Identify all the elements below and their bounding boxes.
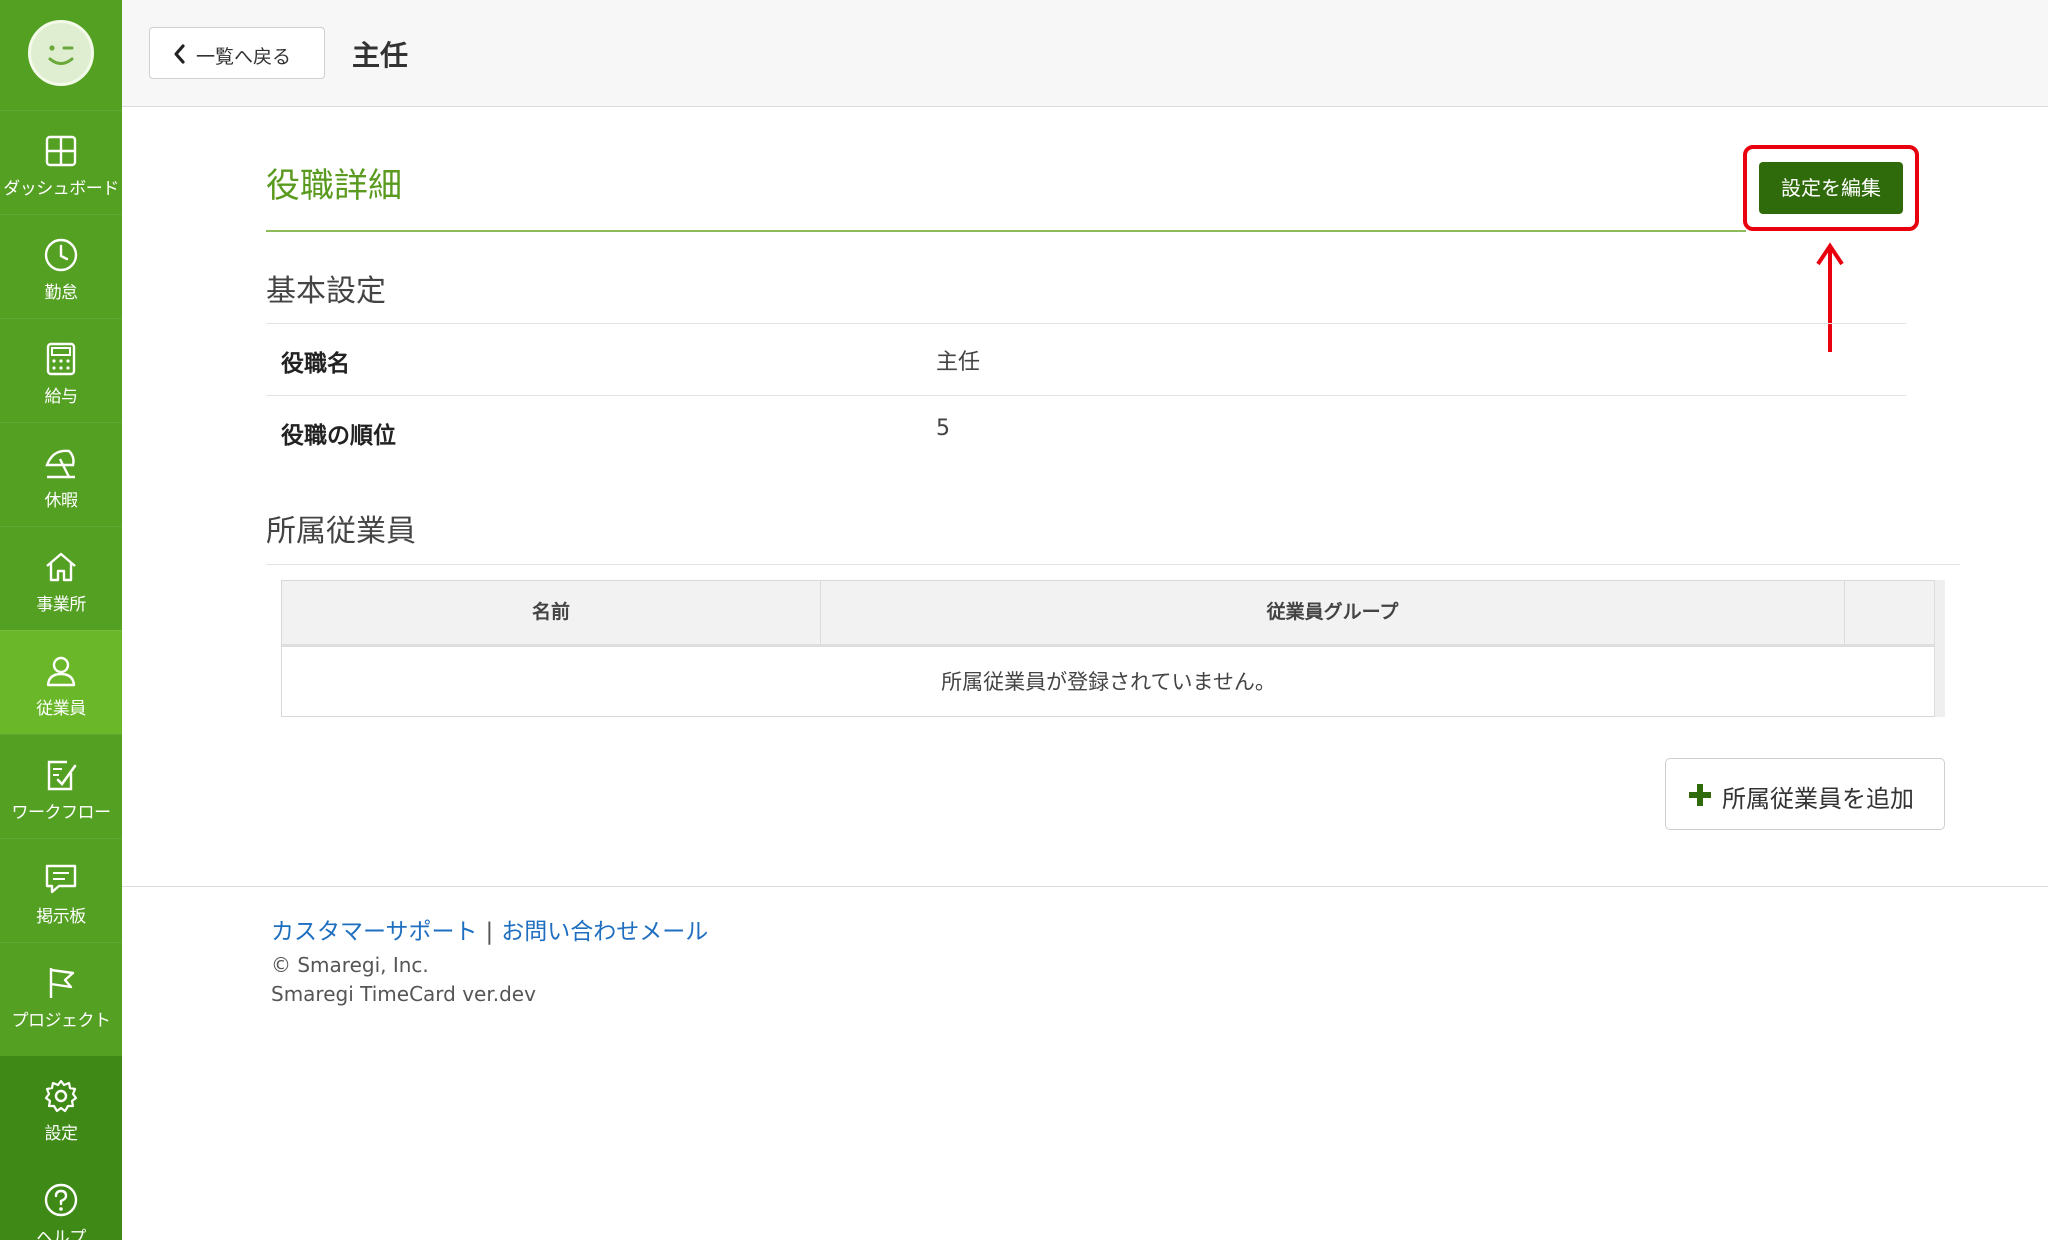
sidebar-item-label: 設定: [44, 1124, 79, 1144]
column-header-name[interactable]: 名前: [282, 581, 821, 644]
page-header: 一覧へ戻る 主任: [122, 0, 2048, 107]
flag-icon: [49, 968, 75, 998]
home-icon: [46, 552, 76, 582]
help-icon: [44, 1183, 78, 1217]
members-table: 名前 従業員グループ 所属従業員が登録されていません。: [281, 580, 1945, 717]
sidebar-item-leave[interactable]: 休暇: [0, 422, 122, 526]
dashboard-icon: [45, 135, 77, 167]
sidebar-item-payroll[interactable]: 給与: [0, 318, 122, 422]
sidebar-item-label: 休暇: [44, 491, 79, 511]
column-header-actions: [1845, 581, 1935, 644]
contact-mail-link[interactable]: お問い合わせメール: [501, 919, 708, 945]
footer-links: カスタマーサポート | お問い合わせメール: [271, 912, 708, 946]
sidebar-item-label: 従業員: [36, 699, 86, 719]
back-button-label: 一覧へ戻る: [196, 46, 292, 68]
sidebar-item-dashboard[interactable]: ダッシュボード: [0, 110, 122, 214]
chat-icon: [45, 864, 77, 894]
table-header: 名前 従業員グループ: [282, 581, 1935, 647]
sidebar-item-project[interactable]: プロジェクト: [0, 942, 122, 1046]
customer-support-link[interactable]: カスタマーサポート: [271, 919, 478, 945]
sidebar-nav: ダッシュボード 勤怠 給与 休暇 事業所 従業員 ワークフロー 掲示板 プロジェ…: [0, 110, 122, 1046]
sidebar-item-settings[interactable]: 設定: [0, 1056, 122, 1160]
edit-settings-button[interactable]: 設定を編集: [1759, 162, 1903, 214]
add-member-label: 所属従業員を追加: [1722, 785, 1914, 813]
sidebar-item-label: 掲示板: [36, 907, 86, 927]
sidebar-item-label: ヘルプ: [36, 1228, 86, 1240]
sidebar-bottom: 設定 ヘルプ: [0, 1056, 122, 1240]
sidebar-item-label: 事業所: [36, 595, 86, 615]
plus-icon: [1689, 784, 1711, 806]
sidebar-item-attendance[interactable]: 勤怠: [0, 214, 122, 318]
footer-separator: |: [485, 919, 494, 945]
column-header-employee-group[interactable]: 従業員グループ: [821, 581, 1845, 644]
footer-divider: [122, 886, 2048, 887]
beach-umbrella-icon: [45, 449, 75, 479]
page-title: 主任: [352, 39, 409, 72]
field-label-position-name: 役職名: [281, 351, 350, 377]
field-label-position-rank: 役職の順位: [281, 423, 396, 449]
back-to-list-button[interactable]: 一覧へ戻る: [149, 27, 325, 79]
checklist-icon: [47, 760, 77, 791]
chevron-left-icon: [174, 44, 185, 64]
sidebar-item-workflow[interactable]: ワークフロー: [0, 734, 122, 838]
section-title: 役職詳細: [266, 166, 402, 206]
basic-settings-heading: 基本設定: [266, 274, 386, 309]
field-value-position-name: 主任: [936, 350, 981, 375]
sidebar: ダッシュボード 勤怠 給与 休暇 事業所 従業員 ワークフロー 掲示板 プロジェ…: [0, 0, 122, 1240]
clock-icon: [44, 238, 78, 272]
sidebar-item-employees[interactable]: 従業員: [0, 630, 122, 734]
sidebar-item-board[interactable]: 掲示板: [0, 838, 122, 942]
sidebar-item-label: 給与: [44, 387, 79, 407]
copyright-text: © Smaregi, Inc.: [271, 953, 429, 977]
calculator-icon: [46, 342, 76, 376]
table-scrollbar[interactable]: [1934, 580, 1945, 717]
annotation-arrow-icon: [1816, 242, 1844, 352]
members-heading: 所属従業員: [266, 514, 416, 549]
sidebar-item-help[interactable]: ヘルプ: [0, 1160, 122, 1240]
gear-icon: [44, 1079, 78, 1113]
add-member-button[interactable]: 所属従業員を追加: [1665, 758, 1945, 830]
sidebar-item-label: ワークフロー: [11, 803, 112, 823]
sidebar-item-office[interactable]: 事業所: [0, 526, 122, 630]
divider: [266, 323, 1906, 324]
divider: [266, 395, 1906, 396]
empty-table-message: 所属従業員が登録されていません。: [941, 670, 1276, 694]
sidebar-item-label: プロジェクト: [11, 1011, 112, 1031]
user-icon: [46, 656, 76, 687]
sidebar-item-label: ダッシュボード: [3, 179, 119, 199]
divider: [266, 564, 1960, 565]
section-title-divider: [266, 230, 1746, 232]
version-text: Smaregi TimeCard ver.dev: [271, 982, 536, 1006]
sidebar-item-label: 勤怠: [44, 283, 79, 303]
field-value-position-rank: 5: [936, 416, 950, 441]
logo-icon[interactable]: [28, 20, 94, 86]
